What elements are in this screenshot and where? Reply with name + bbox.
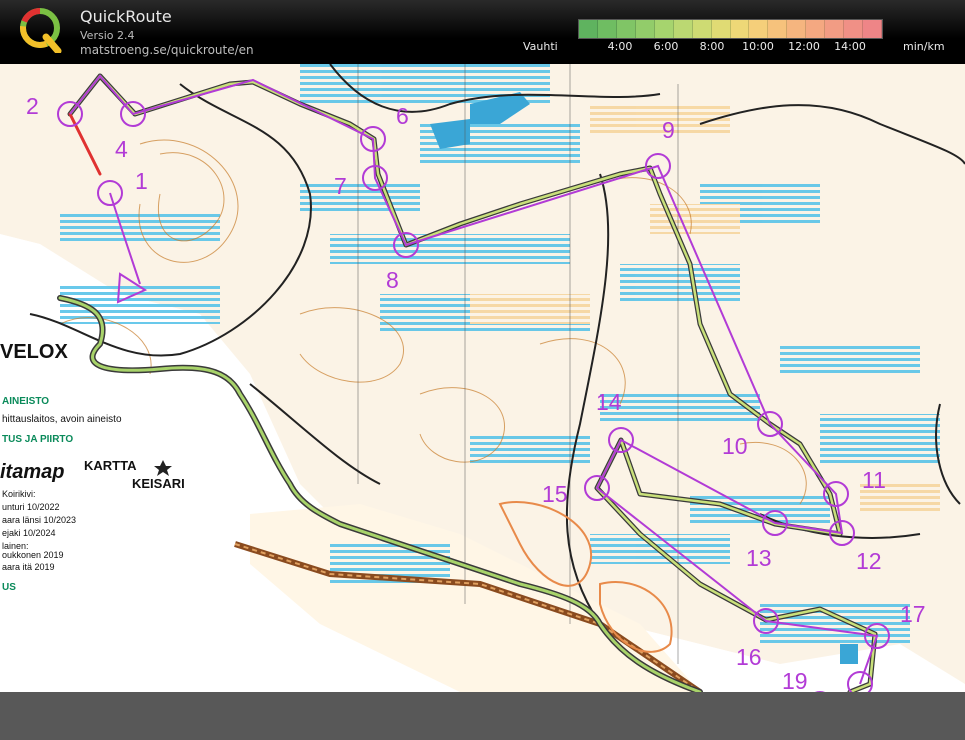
pace-color-swatch [579,20,598,38]
pace-color-swatch [787,20,807,38]
control-number-14: 14 [596,389,622,415]
control-number-17: 17 [900,601,926,627]
pace-color-swatch [654,20,674,38]
pace-color-swatch [863,20,882,38]
pace-color-swatch [692,20,712,38]
pace-color-swatch [768,20,788,38]
control-number-19: 19 [782,668,808,692]
control-number-4: 4 [115,136,128,162]
aineisto-text: hittauslaitos, avoin aineisto [2,414,122,425]
pace-label: Vauhti [523,40,558,53]
pace-color-scale [578,19,883,39]
pace-color-swatch [749,20,769,38]
credit-line: Koirikivi: [2,489,36,499]
control-number-12: 12 [856,548,882,574]
control-number-11: 11 [862,467,886,493]
pace-tick: 14:00 [834,40,866,53]
app-url[interactable]: matstroeng.se/quickroute/en [80,43,254,57]
brand-kartta: KARTTA [84,458,137,473]
quickroute-logo [20,8,62,53]
map-title-fragment: VELOX [0,341,68,363]
control-number-15: 15 [542,481,568,507]
credit-line: ejaki 10/2024 [2,528,56,538]
kartta-star-icon [154,460,172,476]
orienteering-map[interactable]: 124678910111213141516171819 VELOX AINEIS… [0,64,965,692]
tus-heading: TUS JA PIIRTO [2,434,73,445]
pace-color-swatch [711,20,731,38]
pace-color-swatch [635,20,655,38]
control-number-7: 7 [334,173,347,199]
pace-tick: 4:00 [607,40,633,53]
pace-color-swatch [597,20,617,38]
control-number-1: 1 [135,168,148,194]
pace-tick: 6:00 [653,40,679,53]
control-number-2: 2 [26,93,39,119]
aineisto-heading: AINEISTO [2,396,49,407]
credit-line: aara itä 2019 [2,562,55,572]
pace-color-swatch [844,20,864,38]
pace-color-swatch [730,20,750,38]
bottom-panel [0,692,965,740]
brand-keisari: KEISARI [132,476,185,491]
credit-line: aara länsi 10/2023 [2,515,76,525]
quickroute-header: QuickRoute Versio 2.4 matstroeng.se/quic… [0,0,965,64]
pace-color-swatch [673,20,693,38]
us-heading: US [2,582,16,593]
pace-color-swatch [616,20,636,38]
control-number-6: 6 [396,103,409,129]
app-version: Versio 2.4 [80,29,135,42]
control-number-10: 10 [722,433,748,459]
pace-tick: 10:00 [742,40,774,53]
credit-line: unturi 10/2022 [2,502,60,512]
pace-tick: 12:00 [788,40,820,53]
pace-color-swatch [806,20,826,38]
control-number-13: 13 [746,545,772,571]
control-number-8: 8 [386,267,399,293]
pace-tick: 8:00 [699,40,725,53]
pace-color-swatch [825,20,845,38]
brand-itamap: itamap [0,461,64,483]
control-number-16: 16 [736,644,762,670]
credit-line: oukkonen 2019 [2,550,64,560]
control-number-9: 9 [662,117,675,143]
app-title: QuickRoute [80,7,172,26]
map-canvas: 124678910111213141516171819 VELOX AINEIS… [0,64,965,692]
pace-unit: min/km [903,40,945,53]
